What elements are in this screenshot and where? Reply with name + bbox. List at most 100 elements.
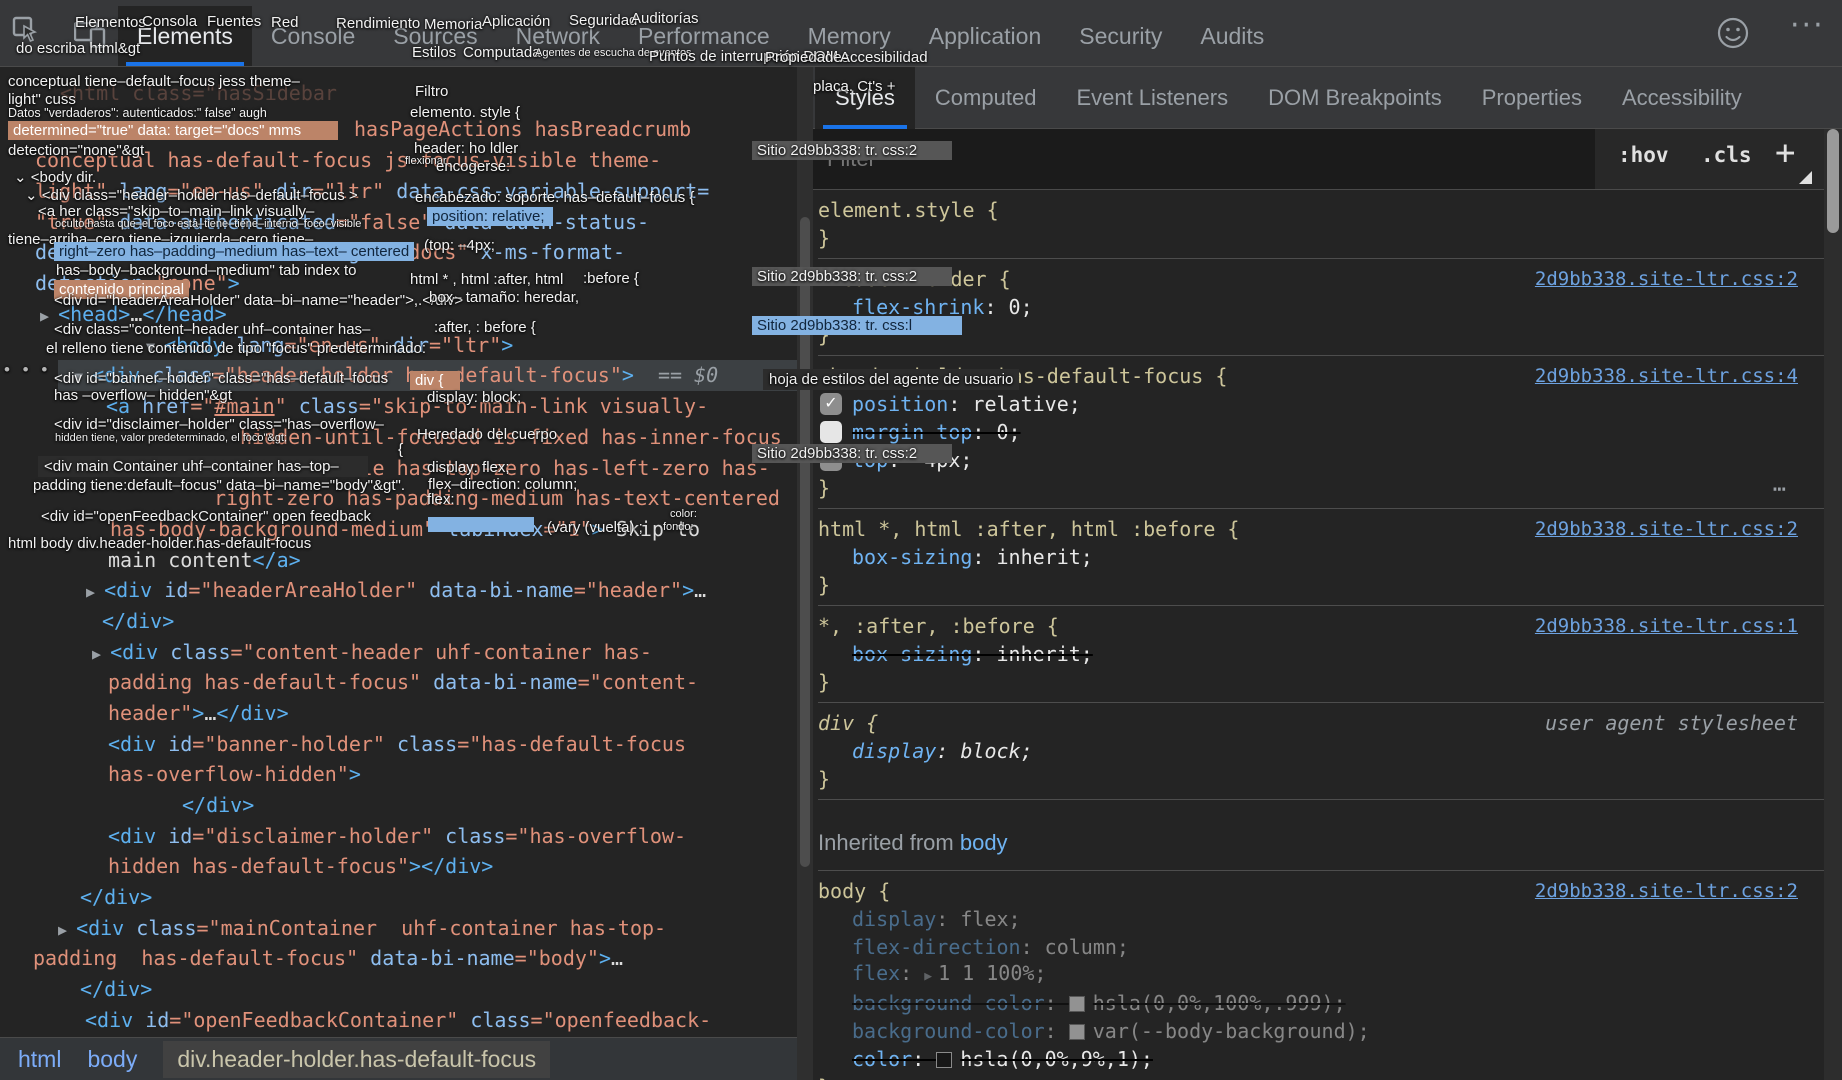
dom-tree-line[interactable]: ▶ <div class="content-header uhf-contain… xyxy=(92,637,652,668)
dom-tree-line[interactable]: hasPageActions hasBreadcrumb xyxy=(354,114,691,145)
dom-tree-line[interactable]: header">…</div> xyxy=(108,698,289,729)
tab-console[interactable]: Console xyxy=(252,6,374,66)
dom-tree-line[interactable]: ▶ <div class="mainContainer uhf-containe… xyxy=(58,913,666,944)
property-value[interactable]: flex; xyxy=(960,907,1020,931)
property-value[interactable]: 0; xyxy=(997,420,1021,444)
property-name[interactable]: box-sizing xyxy=(852,642,972,666)
more-options-icon[interactable]: ··· xyxy=(1790,8,1825,43)
dom-tree-line[interactable]: ▶ <head>…</head> xyxy=(40,299,227,330)
dom-tree-line[interactable]: ▶ <div id="headerAreaHolder" data-bi-nam… xyxy=(86,575,706,606)
dom-tree-line[interactable]: determined="true" data-target="docs" x-m… xyxy=(35,237,625,268)
property-value[interactable]: 0; xyxy=(1009,295,1033,319)
tab-properties[interactable]: Properties xyxy=(1462,67,1602,129)
css-property-row[interactable]: display: flex; xyxy=(818,905,1824,933)
property-name[interactable]: color xyxy=(852,1047,912,1071)
tab-accessibility[interactable]: Accessibility xyxy=(1602,67,1762,129)
dom-tree-line[interactable]: light" lang="en-us" dir="ltr" data-css-v… xyxy=(35,176,709,207)
property-name[interactable]: top xyxy=(852,448,888,472)
inherited-node-link[interactable]: body xyxy=(960,830,1008,855)
css-property-row[interactable]: display: block; xyxy=(818,737,1824,765)
left-scrollbar-thumb[interactable] xyxy=(800,217,810,867)
dom-tree-line[interactable]: ▼ <div class="header-holder has-default-… xyxy=(74,360,718,391)
dom-tree-line[interactable]: ▼ <body lang="en-us" dir="ltr"> xyxy=(146,330,513,361)
tab-styles[interactable]: Styles xyxy=(815,67,915,129)
property-value[interactable]: column; xyxy=(1045,935,1129,959)
class-toggle-button[interactable]: .cls xyxy=(1701,143,1752,167)
css-property-row[interactable]: box-sizing: inherit; xyxy=(818,543,1824,571)
property-value[interactable]: inherit; xyxy=(997,642,1093,666)
css-property-row[interactable]: margin-top: 0; xyxy=(818,418,1824,446)
breadcrumb-item-html[interactable]: html xyxy=(18,1046,61,1073)
property-value[interactable]: hsla(0,0%,9%,1); xyxy=(960,1047,1153,1071)
dom-tree-line[interactable]: <a href="#main" class="skip-to-main-link… xyxy=(106,391,708,422)
stylesheet-link[interactable]: 2d9bb338.site-ltr.css:1 xyxy=(1535,612,1798,640)
stylesheet-link[interactable]: 2d9bb338.site-ltr.css:2 xyxy=(1535,877,1798,905)
dom-tree-line[interactable]: hidden-until-focused is-fixed has-inner-… xyxy=(240,422,782,453)
dom-tree-line[interactable]: </div> xyxy=(80,882,152,913)
tab-elements[interactable]: Elements xyxy=(118,6,252,66)
dom-tree-line[interactable]: </div> xyxy=(80,974,152,1005)
property-name[interactable]: position xyxy=(852,392,948,416)
rule-selector-row[interactable]: element.style { xyxy=(818,196,1824,224)
css-property-row[interactable]: color: hsla(0,0%,9%,1); xyxy=(818,1045,1824,1073)
tab-sources[interactable]: Sources xyxy=(374,6,496,66)
color-swatch[interactable] xyxy=(1069,1024,1085,1040)
property-name[interactable]: display xyxy=(852,739,936,763)
stylesheet-link[interactable]: 2d9bb338.site-ltr.css:4 xyxy=(1535,362,1798,390)
property-name[interactable]: background-color xyxy=(852,991,1045,1015)
rule-selector[interactable]: element.style { xyxy=(818,196,999,224)
dom-tree-line[interactable]: main content</a> xyxy=(108,545,301,576)
tab-dom-breakpoints[interactable]: DOM Breakpoints xyxy=(1248,67,1462,129)
property-value[interactable]: hsla(0,0%,100%,.999); xyxy=(1093,991,1346,1015)
property-name[interactable]: flex-direction xyxy=(852,935,1021,959)
filter-input[interactable] xyxy=(813,129,1595,189)
tab-application[interactable]: Application xyxy=(910,6,1061,66)
property-checkbox[interactable] xyxy=(820,421,842,443)
rule-selector[interactable]: body { xyxy=(818,877,890,905)
dom-tree-line[interactable]: right-zero has-padding-medium has-text-c… xyxy=(214,483,780,514)
right-scrollbar[interactable] xyxy=(1824,129,1842,1080)
device-toolbar-icon[interactable] xyxy=(74,22,106,48)
breadcrumb-item-div[interactable]: div.header-holder.has-default-focus xyxy=(163,1041,550,1078)
rule-selector[interactable]: html *, html :after, html :before { xyxy=(818,515,1239,543)
rule-selector-row[interactable]: html *, html :after, html :before { 2d9bb… xyxy=(818,515,1824,543)
property-checkbox[interactable]: ✓ xyxy=(820,449,842,471)
feedback-smiley-icon[interactable] xyxy=(1716,16,1750,50)
dom-tree-line[interactable]: </div> xyxy=(102,606,174,637)
tab-computed[interactable]: Computed xyxy=(915,67,1057,129)
color-swatch[interactable] xyxy=(936,1052,952,1068)
pseudo-class-button[interactable]: :hov xyxy=(1618,143,1669,167)
expand-value-icon[interactable]: ▶ xyxy=(924,969,932,984)
stylesheet-link[interactable]: 2d9bb338.site-ltr.css:2 xyxy=(1535,515,1798,543)
property-value[interactable]: 1 1 100%; xyxy=(938,961,1046,985)
dom-tree-line[interactable]: focus-visible has-top-zero has-left-zero… xyxy=(228,453,770,484)
right-scrollbar-thumb[interactable] xyxy=(1827,129,1839,233)
tab-event-listeners[interactable]: Event Listeners xyxy=(1056,67,1248,129)
dom-tree-line[interactable]: padding has-default-focus" data-bi-name=… xyxy=(33,943,623,974)
dom-tree-line[interactable]: "true" data-authenticated="false" data-a… xyxy=(35,207,649,238)
rule-selector-row[interactable]: div {user agent stylesheet xyxy=(818,709,1824,737)
dom-tree-line[interactable]: </div> xyxy=(182,790,254,821)
tab-audits[interactable]: Audits xyxy=(1181,6,1283,66)
dom-tree-line[interactable]: padding has-default-focus" data-bi-name=… xyxy=(108,667,698,698)
css-property-row[interactable]: background-color: hsla(0,0%,100%,.999); xyxy=(818,989,1824,1017)
property-name[interactable]: background-color xyxy=(852,1019,1045,1043)
css-property-row[interactable]: flex-shrink: 0; xyxy=(818,293,1824,321)
rule-selector-row[interactable]: .header-holder {2d9bb338.site-ltr.css:2 xyxy=(818,265,1824,293)
dom-tree-line[interactable]: has-body-background-medium" tabindex="1"… xyxy=(110,514,700,545)
rule-selector[interactable]: .header-holder.has-default-focus { xyxy=(818,362,1227,390)
rule-selector-row[interactable]: *, :after, :before {2d9bb338.site-ltr.cs… xyxy=(818,612,1824,640)
property-checkbox[interactable]: ✓ xyxy=(820,393,842,415)
dom-tree-line[interactable]: conceptual has-default-focus js-focus-vi… xyxy=(35,145,661,176)
rule-selector-row[interactable]: body { 2d9bb338.site-ltr.css:2 xyxy=(818,877,1824,905)
property-name[interactable]: box-sizing xyxy=(852,545,972,569)
css-property-row[interactable]: flex-direction: column; xyxy=(818,933,1824,961)
property-name[interactable]: flex-shrink xyxy=(852,295,984,319)
css-property-row[interactable]: ✓top: -4px; xyxy=(818,446,1824,474)
tab-memory[interactable]: Memory xyxy=(789,6,910,66)
property-name[interactable]: display xyxy=(852,907,936,931)
breadcrumb-item-body[interactable]: body xyxy=(87,1046,137,1073)
dom-tree-line[interactable]: <div id="disclaimer-holder" class="has-o… xyxy=(108,821,686,852)
css-property-row[interactable]: flex: ▶1 1 100%; xyxy=(818,961,1824,989)
property-name[interactable]: flex xyxy=(852,961,900,985)
